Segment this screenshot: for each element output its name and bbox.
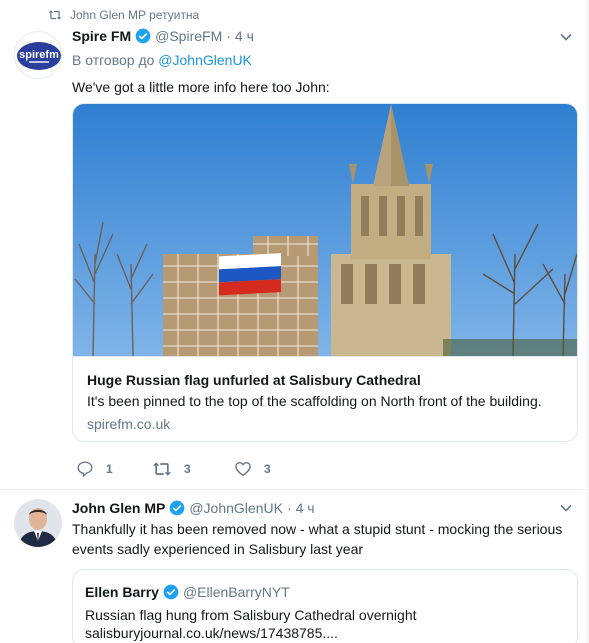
separator-dot: · — [286, 500, 292, 516]
quoted-tweet-link[interactable]: salisburyjournal.co.uk/news/17438785.... — [85, 625, 338, 641]
reply-icon — [77, 461, 93, 478]
tweet-header: John Glen MP @JohnGlenUK · 4 ч — [72, 500, 315, 516]
tweet-spirefm[interactable]: John Glen MP ретуитна spirefm Spire FM @… — [0, 0, 589, 490]
spirefm-logo: spirefm — [17, 42, 61, 70]
like-count: 3 — [264, 462, 271, 476]
tweet-text: Thankfully it has been removed now - wha… — [72, 521, 563, 557]
chevron-down-icon[interactable] — [559, 501, 573, 515]
reply-to-handle-link[interactable]: @JohnGlenUK — [158, 52, 252, 68]
tweet-johnglen[interactable]: John Glen MP @JohnGlenUK · 4 ч Thankfull… — [0, 490, 589, 643]
retweet-context-text[interactable]: John Glen MP ретуитна — [70, 8, 199, 22]
profile-photo — [14, 499, 62, 547]
author-name[interactable]: Spire FM — [72, 28, 131, 44]
author-handle[interactable]: @JohnGlenUK — [189, 500, 283, 516]
avatar[interactable]: spirefm — [14, 31, 62, 79]
card-body: Huge Russian flag unfurled at Salisbury … — [73, 356, 577, 441]
quoted-author-handle: @EllenBarryNYT — [182, 584, 290, 600]
reply-prefix: В отговор до — [72, 52, 155, 68]
retweet-action-icon — [152, 462, 172, 476]
like-icon — [235, 462, 251, 477]
verified-badge-icon — [135, 28, 151, 44]
quoted-tweet[interactable]: Ellen Barry @EllenBarryNYT Russian flag … — [72, 569, 578, 643]
reply-to-line: В отговор до @JohnGlenUK — [72, 52, 252, 68]
retweet-icon — [48, 10, 62, 20]
separator-dot: · — [226, 28, 231, 44]
author-name[interactable]: John Glen MP — [72, 500, 165, 516]
retweet-button[interactable]: 3 — [152, 460, 191, 478]
retweet-context: John Glen MP ретуитна — [48, 8, 199, 22]
quoted-author-name: Ellen Barry — [85, 584, 159, 600]
like-button[interactable]: 3 — [234, 460, 271, 478]
reply-button[interactable]: 1 — [76, 460, 113, 478]
card-domain[interactable]: spirefm.co.uk — [87, 416, 170, 432]
link-card[interactable]: Huge Russian flag unfurled at Salisbury … — [72, 103, 578, 442]
tweet-actions: 1 3 3 — [72, 460, 271, 478]
reply-count: 1 — [106, 462, 113, 476]
card-title[interactable]: Huge Russian flag unfurled at Salisbury … — [87, 372, 421, 388]
retweet-count: 3 — [184, 462, 191, 476]
quoted-tweet-text: Russian flag hung from Salisbury Cathedr… — [85, 607, 417, 623]
tweet-time[interactable]: 4 ч — [296, 500, 315, 516]
author-handle[interactable]: @SpireFM — [155, 28, 222, 44]
quoted-tweet-header: Ellen Barry @EllenBarryNYT — [85, 584, 290, 600]
chevron-down-icon[interactable] — [559, 30, 573, 44]
avatar[interactable] — [14, 499, 62, 547]
russian-flag — [219, 253, 281, 296]
tweet-text: We've got a little more info here too Jo… — [72, 79, 330, 95]
verified-badge-icon — [169, 500, 185, 516]
card-image — [73, 104, 577, 356]
tweet-header: Spire FM @SpireFM · 4 ч — [72, 28, 254, 44]
svg-text:spirefm: spirefm — [19, 49, 59, 61]
tweet-time[interactable]: 4 ч — [235, 28, 254, 44]
verified-badge-icon — [163, 584, 179, 600]
card-description: It's been pinned to the top of the scaff… — [87, 393, 542, 409]
